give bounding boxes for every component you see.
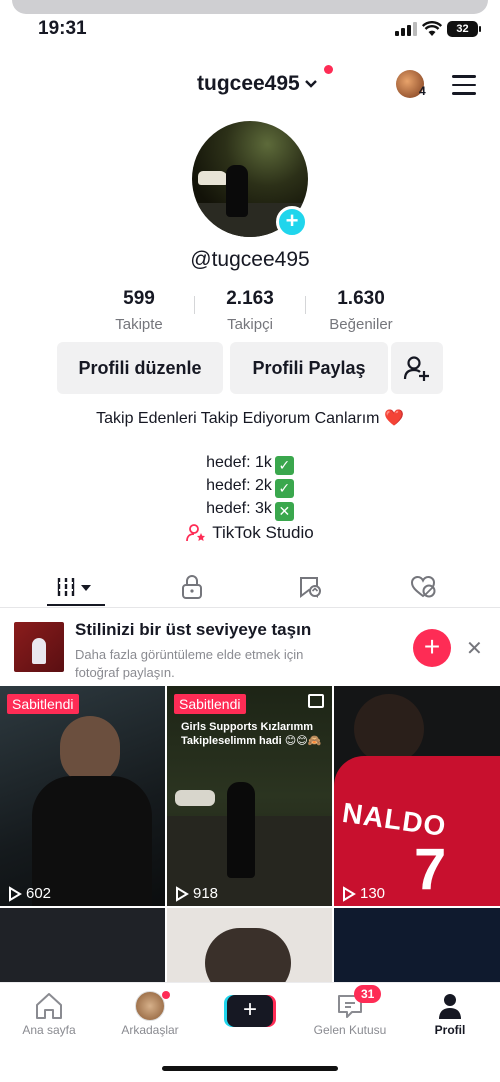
username-title: tugcee495 — [197, 72, 300, 95]
profile-bio: Takip Edenleri Takip Ediyorum Canlarım ❤… — [96, 410, 404, 427]
chevron-down-icon — [304, 76, 318, 92]
likes-label: Beğeniler — [329, 316, 393, 333]
tab-videos[interactable] — [46, 572, 106, 602]
pinned-badge: Sabitlendi — [7, 694, 79, 714]
tab-private[interactable] — [162, 572, 222, 602]
add-avatar-plus-icon[interactable]: + — [276, 206, 308, 238]
add-user-icon — [403, 356, 429, 381]
account-switcher[interactable]: tugcee495 — [197, 72, 318, 96]
status-time: 19:31 — [38, 18, 87, 39]
tiktok-studio-link[interactable]: TikTok Studio — [0, 523, 500, 543]
notification-dot — [324, 65, 333, 74]
promo-thumbnail — [14, 622, 64, 672]
nav-profile[interactable]: Profil — [405, 991, 495, 1037]
profile-header: tugcee495 4 — [0, 62, 500, 106]
menu-icon[interactable] — [452, 75, 476, 101]
add-friend-button[interactable] — [391, 342, 443, 394]
followers-label: Takipçi — [227, 316, 273, 333]
liked-heart-icon — [410, 575, 436, 598]
following-count: 599 — [123, 288, 155, 309]
pinned-badge: Sabitlendi — [174, 694, 246, 714]
nav-friends-label: Arkadaşlar — [121, 1023, 179, 1037]
nav-inbox-label: Gelen Kutusu — [313, 1023, 387, 1037]
home-icon — [36, 993, 62, 1019]
goal-item: hedef: 2k ✓ — [0, 475, 500, 498]
profile-handle: @tugcee495 — [190, 248, 310, 271]
video-thumbnail[interactable] — [0, 908, 165, 988]
video-thumbnail[interactable]: Sabitlendi Girls Supports Kızlarımm Taki… — [167, 686, 332, 906]
view-count: 130 — [342, 885, 385, 902]
view-count: 602 — [8, 885, 51, 902]
nav-inbox[interactable]: Gelen Kutusu — [305, 991, 395, 1037]
check-mark-icon: ✓ — [274, 479, 294, 498]
promo-add-button[interactable]: + — [413, 629, 451, 667]
photo-icon — [308, 694, 324, 708]
following-label: Takipte — [115, 316, 163, 333]
promo-subtitle: Daha fazla görüntüleme elde etmek için f… — [75, 647, 304, 680]
close-icon[interactable]: ✕ — [466, 636, 483, 661]
story-count: 4 — [419, 84, 426, 98]
top-grab-bar — [12, 0, 488, 14]
goal-item: hedef: 1k ✓ — [0, 452, 500, 475]
tab-reposts[interactable] — [280, 572, 340, 602]
likes-stat[interactable]: 1.630 Beğeniler — [306, 288, 416, 333]
nav-profile-label: Profil — [434, 1023, 466, 1037]
tab-liked[interactable] — [394, 572, 454, 602]
video-thumbnail[interactable] — [167, 908, 332, 988]
videos-grid-icon — [57, 578, 91, 596]
video-thumbnail[interactable]: NALDO 7 130 — [334, 686, 500, 906]
video-thumbnail[interactable] — [334, 908, 500, 988]
video-caption-overlay: Girls Supports Kızlarımm Takipleselimm h… — [181, 721, 322, 747]
promo-title: Stilinizi bir üst seviyeye taşın — [75, 620, 312, 639]
nav-home-label: Ana sayfa — [22, 1023, 76, 1037]
play-icon — [9, 885, 22, 902]
friends-avatar-icon — [135, 991, 165, 1021]
cross-mark-icon: ✕ — [274, 502, 294, 521]
following-stat[interactable]: 599 Takipte — [84, 288, 194, 333]
wifi-icon — [422, 21, 442, 36]
view-count: 918 — [175, 885, 218, 902]
nav-home[interactable]: Ana sayfa — [4, 991, 94, 1037]
studio-label: TikTok Studio — [212, 523, 314, 542]
video-thumbnail[interactable]: Sabitlendi 602 — [0, 686, 165, 906]
play-icon — [176, 885, 189, 902]
home-indicator — [162, 1066, 338, 1071]
create-button[interactable]: + — [224, 995, 276, 1027]
lock-icon — [182, 575, 202, 599]
goals-list: hedef: 1k ✓ hedef: 2k ✓ hedef: 3k ✕ — [0, 452, 500, 521]
check-mark-icon: ✓ — [274, 456, 294, 475]
goal-item: hedef: 3k ✕ — [0, 498, 500, 521]
cellular-signal-icon — [395, 22, 417, 36]
studio-user-star-icon — [186, 524, 206, 542]
photo-promo-banner[interactable]: Stilinizi bir üst seviyeye taşın Daha fa… — [0, 610, 500, 686]
edit-profile-button[interactable]: Profili düzenle — [57, 342, 223, 394]
followers-count: 2.163 — [226, 288, 274, 309]
likes-count: 1.630 — [337, 288, 385, 309]
active-tab-indicator — [47, 604, 105, 606]
repost-icon — [300, 577, 321, 598]
battery-icon: 32 — [447, 21, 481, 37]
inbox-badge: 31 — [354, 985, 382, 1003]
nav-friends[interactable]: Arkadaşlar — [105, 991, 195, 1037]
play-icon — [343, 885, 356, 902]
followers-stat[interactable]: 2.163 Takipçi — [195, 288, 305, 333]
status-bar: 19:31 32 — [0, 18, 500, 44]
profile-icon — [439, 994, 461, 1019]
friends-notification-dot — [162, 991, 170, 999]
profile-tabs — [0, 566, 500, 608]
plus-icon: + — [227, 995, 273, 1027]
share-profile-button[interactable]: Profili Paylaş — [230, 342, 388, 394]
